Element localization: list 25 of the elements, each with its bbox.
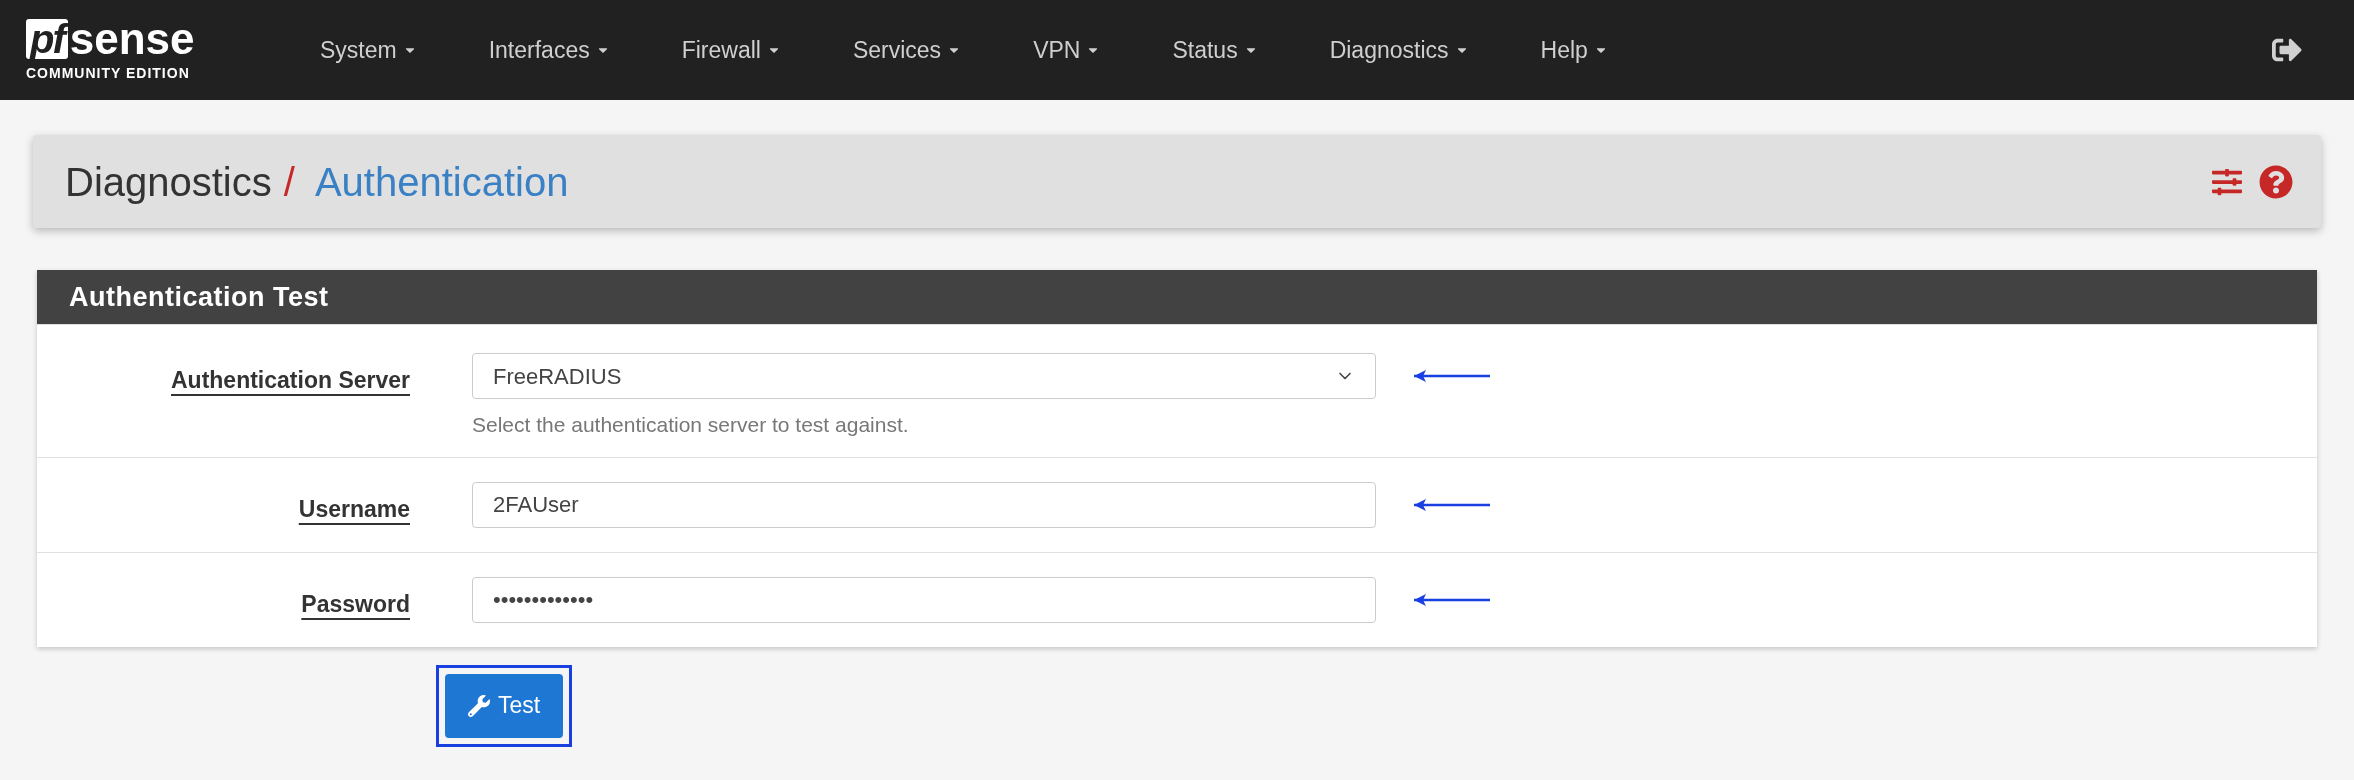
logo-mark: pf: [26, 18, 68, 59]
nav-menu[interactable]: Services: [852, 32, 962, 68]
nav-menu[interactable]: System: [320, 32, 417, 68]
nav-menu[interactable]: Interfaces: [488, 32, 610, 68]
breadcrumb-parent[interactable]: Diagnostics: [65, 151, 272, 212]
help-text: Select the authentication server to test against.: [472, 412, 910, 438]
nav-menu[interactable]: Help: [1540, 32, 1608, 68]
settings-icon[interactable]: [2209, 166, 2245, 197]
nav-menu[interactable]: Diagnostics: [1329, 32, 1469, 68]
help-icon[interactable]: [2259, 164, 2293, 199]
field-label: Username: [298, 494, 410, 524]
logo-edition: COMMUNITY EDITION: [26, 63, 191, 83]
input-field[interactable]: 2FAUser: [472, 481, 1376, 528]
breadcrumb-separator: /: [283, 158, 295, 206]
server-dropdown[interactable]: FreeRADIUS: [472, 353, 1376, 399]
test-button[interactable]: Test: [445, 673, 563, 738]
field-label: Password: [301, 589, 410, 619]
nav-menu[interactable]: Firewall: [681, 32, 781, 68]
input-field[interactable]: •••••••••••••: [472, 576, 1376, 623]
logo-wordmark: sense: [69, 16, 195, 61]
field-label: Authentication Server: [171, 366, 410, 395]
panel-title: Authentication Test: [69, 280, 329, 314]
wrench-icon: [467, 694, 490, 717]
nav-menu[interactable]: Status: [1172, 32, 1258, 68]
nav-menu[interactable]: VPN: [1033, 32, 1101, 68]
